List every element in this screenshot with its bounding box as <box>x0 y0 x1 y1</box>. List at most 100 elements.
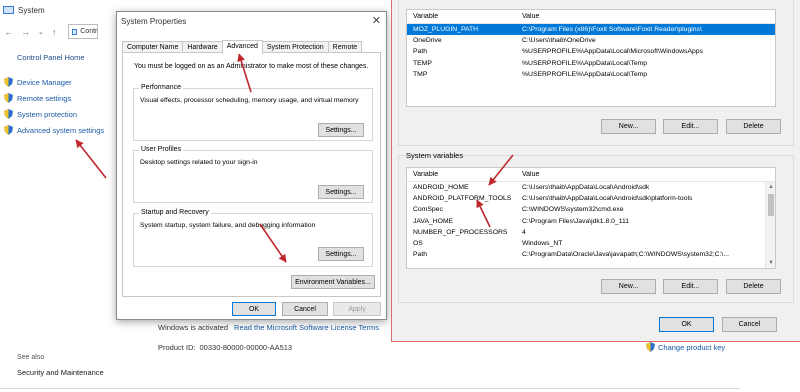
environment-variables-button[interactable]: Environment Variables... <box>291 275 375 289</box>
change-product-key-link[interactable]: Change product key <box>646 342 725 352</box>
admin-note: You must be logged on as an Administrato… <box>134 63 369 70</box>
list-item[interactable]: TMP %USERPROFILE%\AppData\Local\Temp <box>407 69 775 80</box>
group-label: User Profiles <box>139 146 184 153</box>
sidebar-item-device-manager[interactable]: Device Manager <box>4 77 72 87</box>
ok-button[interactable]: OK <box>232 302 276 316</box>
dialog-title: System Properties <box>121 17 187 26</box>
variable-value: C:\ProgramData\Oracle\Java\javapath;C:\W… <box>522 251 729 259</box>
list-item[interactable]: NUMBER_OF_PROCESSORS 4 <box>407 227 775 238</box>
list-item[interactable]: OneDrive C:\Users\thaib\OneDrive <box>407 35 775 46</box>
list-item[interactable]: TEMP %USERPROFILE%\AppData\Local\Temp <box>407 58 775 69</box>
variable-name: TMP <box>413 70 428 78</box>
computer-icon <box>3 6 14 14</box>
forward-arrow-icon[interactable]: → <box>21 27 30 37</box>
startup-recovery-settings-button[interactable]: Settings... <box>318 247 364 261</box>
up-arrow-icon[interactable]: ↑ <box>52 27 57 37</box>
user-variables-list: Variable Value MOZ_PLUGIN_PATH C:\Progra… <box>406 9 776 107</box>
apply-button[interactable]: Apply <box>333 302 381 316</box>
activation-status: Windows is activated Read the Microsoft … <box>158 323 379 332</box>
address-bar[interactable]: Contr <box>68 24 99 39</box>
security-maintenance-link[interactable]: Security and Maintenance <box>17 368 104 377</box>
divider <box>0 388 740 389</box>
sidebar-item-system-protection[interactable]: System protection <box>4 109 77 119</box>
list-item[interactable]: Path %USERPROFILE%\AppData\Local\Microso… <box>407 46 775 57</box>
user-delete-button[interactable]: Delete <box>726 119 781 134</box>
activation-text: Windows is activated <box>158 323 229 332</box>
shield-icon <box>4 125 13 135</box>
control-panel-icon <box>72 28 78 35</box>
user-profiles-settings-button[interactable]: Settings... <box>318 185 364 199</box>
variable-name: NUMBER_OF_PROCESSORS <box>413 228 508 236</box>
shield-icon <box>4 93 13 103</box>
performance-settings-button[interactable]: Settings... <box>318 123 364 137</box>
group-description: System startup, system failure, and debu… <box>140 222 316 229</box>
group-description: Desktop settings related to your sign-in <box>140 159 258 166</box>
product-id: Product ID: 00330-80000-00000-AA513 <box>158 343 292 352</box>
user-new-button[interactable]: New... <box>601 119 656 134</box>
address-text: Contr <box>80 28 98 35</box>
user-profiles-group: User Profiles Desktop settings related t… <box>133 146 373 203</box>
list-item[interactable]: ANDROID_HOME C:\Users\thaib\AppData\Loca… <box>407 182 775 193</box>
change-product-key-text: Change product key <box>658 342 726 352</box>
system-variables-list: Variable Value ANDROID_HOME C:\Users\tha… <box>406 167 776 269</box>
cancel-button[interactable]: Cancel <box>282 302 328 316</box>
variable-name: OneDrive <box>413 37 442 45</box>
list-item[interactable]: JAVA_HOME C:\Program Files\Java\jdk1.8.0… <box>407 216 775 227</box>
see-also-heading: See also <box>17 354 45 361</box>
system-delete-button[interactable]: Delete <box>726 279 781 294</box>
column-header-value[interactable]: Value <box>518 13 775 20</box>
system-new-button[interactable]: New... <box>601 279 656 294</box>
startup-recovery-group: Startup and Recovery System startup, sys… <box>133 209 373 267</box>
variable-name: OS <box>413 240 423 248</box>
sidebar-item-advanced-system-settings[interactable]: Advanced system settings <box>4 125 104 135</box>
variable-value: 4 <box>522 228 526 236</box>
group-label: Performance <box>139 84 184 91</box>
variable-value: %USERPROFILE%\AppData\Local\Microsoft\Wi… <box>522 48 703 56</box>
list-item[interactable]: ANDROID_PLATFORM_TOOLS C:\Users\thaib\Ap… <box>407 193 775 204</box>
license-terms-link[interactable]: Read the Microsoft Software License Term… <box>234 323 379 332</box>
system-properties-dialog: System Properties ✕ Computer Name Hardwa… <box>116 11 387 320</box>
list-item[interactable]: ComSpec C:\WINDOWS\system32\cmd.exe <box>407 204 775 215</box>
shield-icon <box>4 109 13 119</box>
performance-group: Performance Visual effects, processor sc… <box>133 84 373 141</box>
sidebar-item-remote-settings[interactable]: Remote settings <box>4 93 71 103</box>
recent-locations-chevron-icon[interactable]: ⌄ <box>38 28 44 36</box>
tab-advanced[interactable]: Advanced <box>221 40 263 54</box>
variable-name: TEMP <box>413 59 432 67</box>
scroll-down-icon[interactable]: ▼ <box>766 258 775 268</box>
variable-value: C:\Users\thaib\AppData\Local\Android\sdk… <box>522 195 693 203</box>
user-edit-button[interactable]: Edit... <box>663 119 718 134</box>
list-header: Variable Value <box>407 10 775 24</box>
sidebar-item-label: Device Manager <box>17 77 72 87</box>
group-description: Visual effects, processor scheduling, me… <box>140 97 359 104</box>
variable-name: ANDROID_PLATFORM_TOOLS <box>413 195 512 203</box>
control-panel-home-link[interactable]: Control Panel Home <box>17 53 85 62</box>
column-header-value[interactable]: Value <box>518 171 775 178</box>
scroll-up-icon[interactable]: ▲ <box>766 182 775 192</box>
variable-value: %USERPROFILE%\AppData\Local\Temp <box>522 70 648 78</box>
list-item[interactable]: OS Windows_NT <box>407 238 775 249</box>
window-title-text: System <box>18 5 45 15</box>
variable-name: Path <box>413 251 427 259</box>
variable-name: MOZ_PLUGIN_PATH <box>413 26 479 34</box>
list-item[interactable]: MOZ_PLUGIN_PATH C:\Program Files (x86)\F… <box>407 24 775 36</box>
group-label: Startup and Recovery <box>139 209 211 216</box>
variable-value: C:\Program Files\Java\jdk1.8.0_111 <box>522 217 630 225</box>
list-item[interactable]: Path C:\ProgramData\Oracle\Java\javapath… <box>407 249 775 260</box>
variable-value: C:\Users\thaib\OneDrive <box>522 37 596 45</box>
scrollbar-thumb[interactable] <box>768 194 774 216</box>
column-header-variable[interactable]: Variable <box>407 171 518 178</box>
env-cancel-button[interactable]: Cancel <box>722 317 777 332</box>
back-arrow-icon[interactable]: ← <box>4 27 13 37</box>
product-id-value: 00330-80000-00000-AA513 <box>199 343 293 352</box>
system-edit-button[interactable]: Edit... <box>663 279 718 294</box>
shield-icon <box>646 342 655 352</box>
env-ok-button[interactable]: OK <box>659 317 714 332</box>
column-header-variable[interactable]: Variable <box>407 13 518 20</box>
close-icon[interactable]: ✕ <box>372 14 381 27</box>
variable-name: Path <box>413 48 427 56</box>
variable-name: ComSpec <box>413 206 443 214</box>
variable-value: C:\Program Files (x86)\Foxit Software\Fo… <box>522 26 702 34</box>
vertical-scrollbar[interactable]: ▲ ▼ <box>765 182 775 268</box>
sidebar-item-label: System protection <box>17 109 78 119</box>
